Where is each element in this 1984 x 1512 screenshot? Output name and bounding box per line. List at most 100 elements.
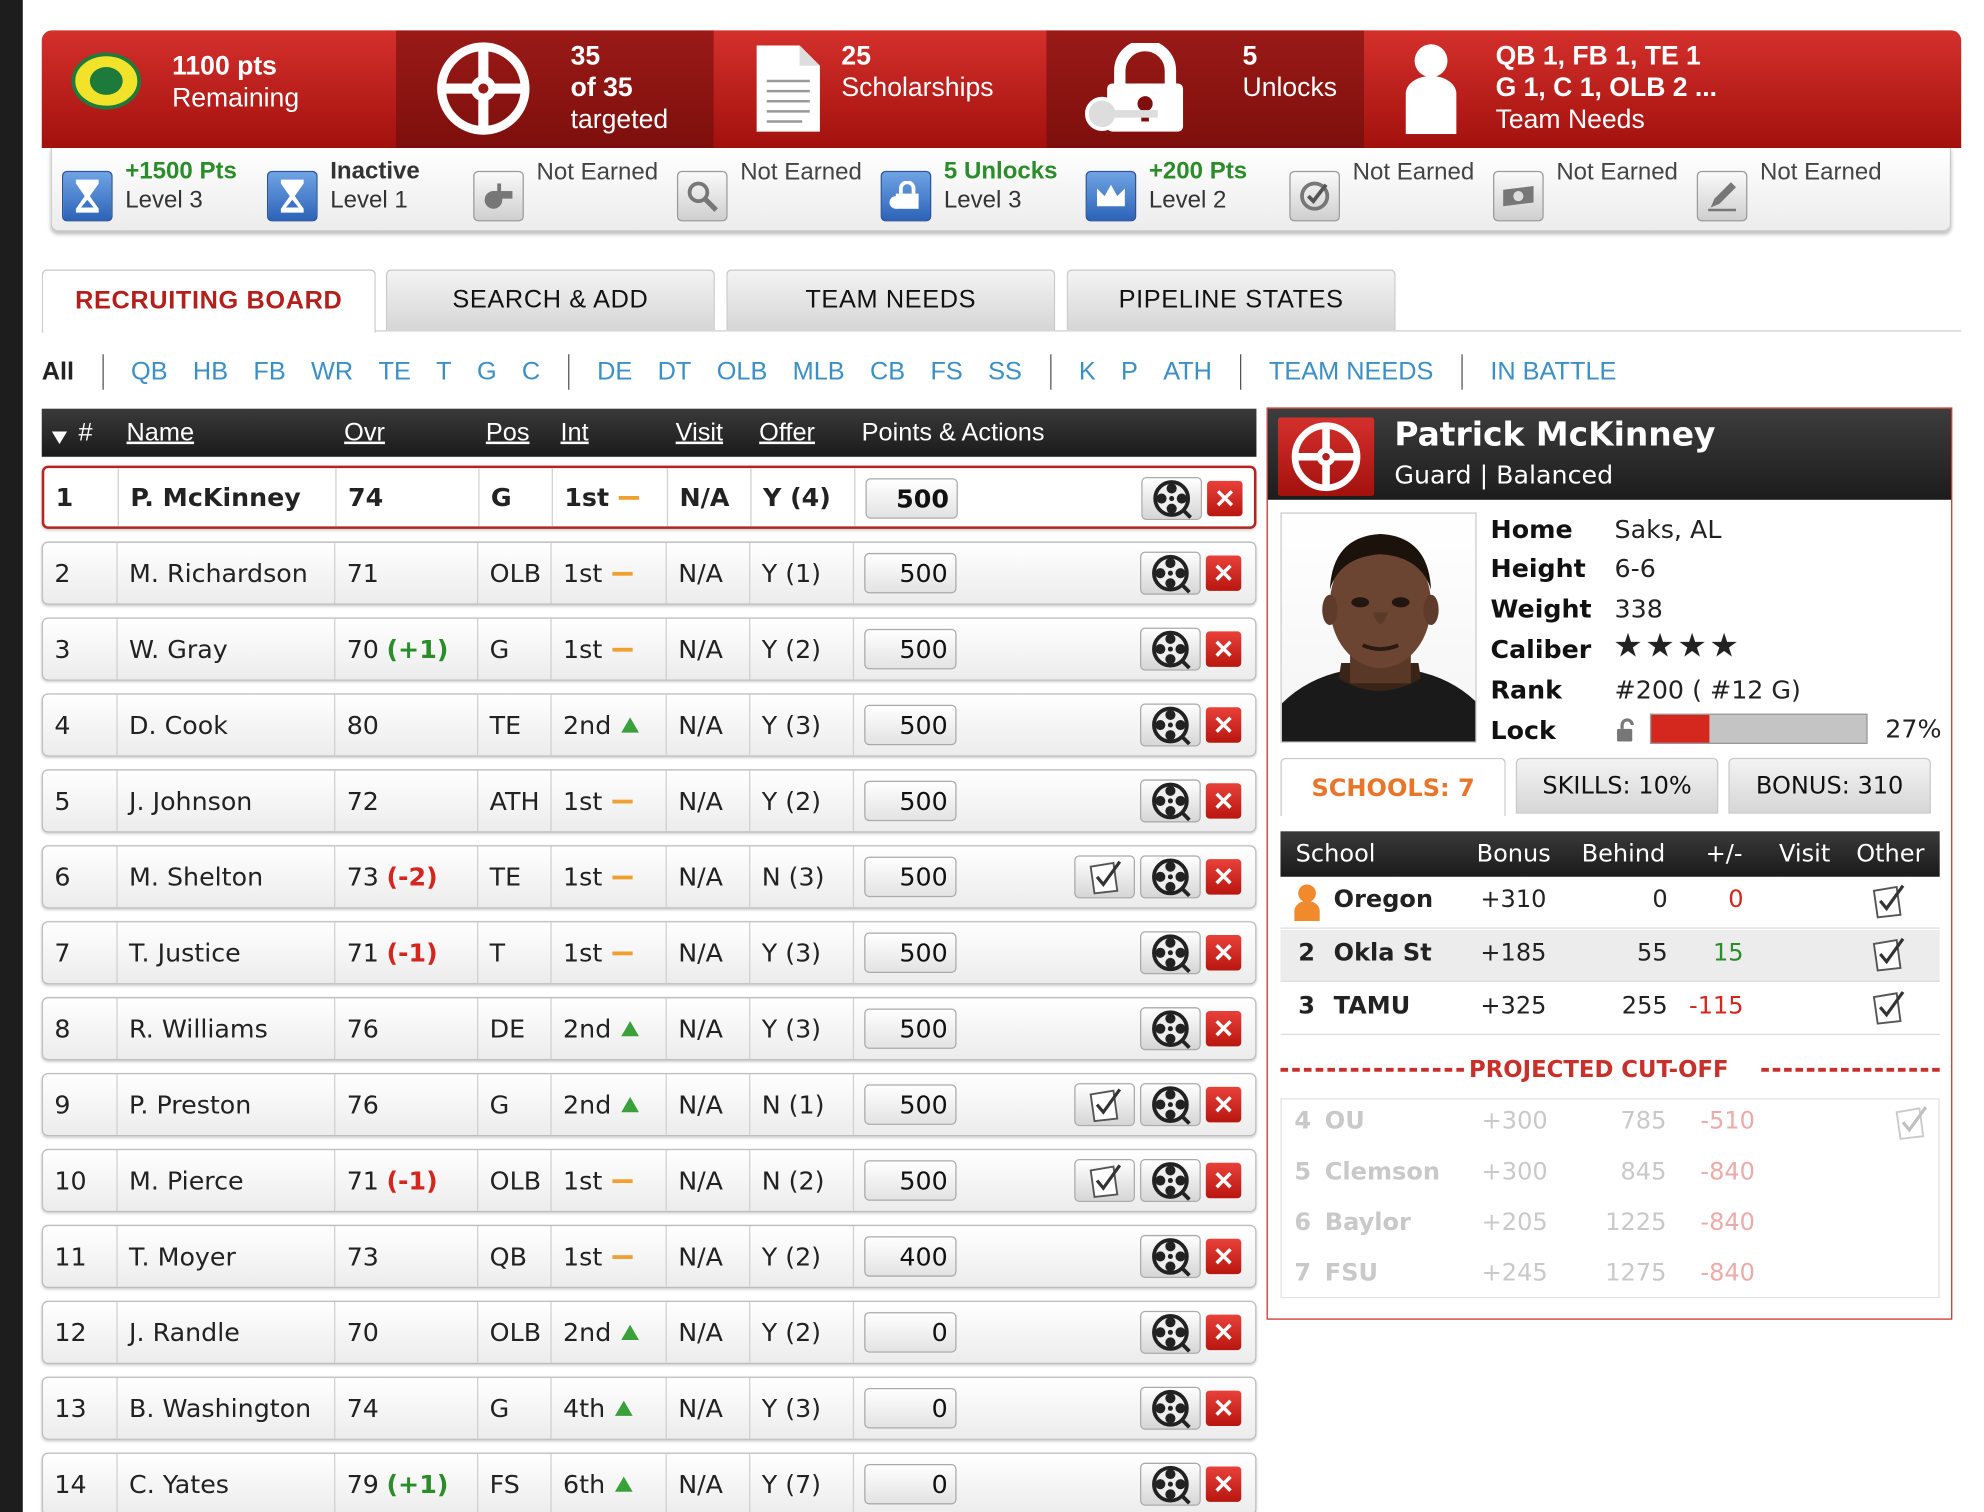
- tab-team-needs[interactable]: TEAM NEEDS: [726, 269, 1056, 331]
- achievement-4[interactable]: Not Earned: [676, 156, 877, 222]
- achievement-1[interactable]: +1500 Pts Level 3: [61, 156, 262, 222]
- filter-qb[interactable]: QB: [131, 357, 168, 386]
- school-row[interactable]: 3 TAMU +325 255 -115: [1280, 983, 1940, 1036]
- team-needs-panel[interactable]: QB 1, FB 1, TE 1G 1, C 1, OLB 2 ... Team …: [1364, 30, 1961, 148]
- recruit-name[interactable]: W. Gray: [118, 618, 336, 680]
- recruit-name[interactable]: M. Shelton: [118, 846, 336, 908]
- recruit-name[interactable]: J. Johnson: [118, 770, 336, 832]
- recruit-name[interactable]: T. Moyer: [118, 1226, 336, 1287]
- achievement-7[interactable]: Not Earned: [1289, 156, 1489, 222]
- recruit-row[interactable]: 13 B. Washington 74 G 4th N/A Y (3) 0 ✕: [41, 1376, 1257, 1440]
- recruit-row[interactable]: 8 R. Williams 76 DE 2nd N/A Y (3) 500 ✕: [41, 997, 1257, 1061]
- scout-film-button[interactable]: [1140, 1386, 1201, 1430]
- recruit-row[interactable]: 4 D. Cook 80 TE 2nd N/A Y (3) 500 ✕: [41, 693, 1257, 757]
- scout-film-button[interactable]: [1140, 931, 1201, 975]
- schedule-visit-button[interactable]: [1074, 855, 1135, 899]
- recruit-name[interactable]: P. Preston: [118, 1074, 336, 1135]
- recruit-name[interactable]: C. Yates: [118, 1453, 336, 1512]
- recruit-row[interactable]: 5 J. Johnson 72 ATH 1st N/A Y (2) 500 ✕: [41, 769, 1257, 833]
- recruit-row[interactable]: 14 C. Yates 79 (+1) FS 6th N/A Y (7) 0 ✕: [41, 1452, 1257, 1512]
- scout-film-button[interactable]: [1140, 1310, 1201, 1354]
- checklist-icon[interactable]: [1869, 988, 1907, 1032]
- recruit-row[interactable]: 6 M. Shelton 73 (-2) TE 1st N/A N (3) 500 ✕: [41, 845, 1257, 909]
- filter-g[interactable]: G: [477, 357, 497, 386]
- scout-film-button[interactable]: [1140, 779, 1201, 823]
- remove-recruit-button[interactable]: ✕: [1205, 1466, 1242, 1502]
- achievement-2[interactable]: Inactive Level 1: [266, 156, 467, 222]
- tab-pipeline-states[interactable]: PIPELINE STATES: [1066, 269, 1396, 331]
- filter-t[interactable]: T: [436, 357, 451, 386]
- remove-recruit-button[interactable]: ✕: [1205, 1010, 1242, 1047]
- points-input[interactable]: 500: [865, 478, 958, 519]
- filter-te[interactable]: TE: [379, 357, 411, 386]
- scout-film-button[interactable]: [1140, 1462, 1201, 1506]
- col-name[interactable]: Name: [127, 419, 195, 448]
- filter-olb[interactable]: OLB: [717, 357, 768, 386]
- recruit-row[interactable]: 7 T. Justice 71 (-1) T 1st N/A Y (3) 500 ✕: [41, 921, 1257, 985]
- col-int[interactable]: Int: [561, 419, 589, 448]
- filter-all[interactable]: All: [42, 357, 74, 386]
- points-input[interactable]: 500: [864, 704, 957, 746]
- points-input[interactable]: 0: [864, 1463, 957, 1505]
- checklist-icon[interactable]: [1869, 935, 1907, 979]
- recruit-row[interactable]: 1 P. McKinney 74 G 1st N/A Y (4) 500 ✕: [41, 465, 1257, 529]
- points-input[interactable]: 0: [864, 1388, 957, 1429]
- scout-film-button[interactable]: [1140, 1083, 1201, 1127]
- filter-wr[interactable]: WR: [311, 357, 353, 386]
- col-ovr[interactable]: Ovr: [344, 419, 385, 448]
- checklist-icon[interactable]: [1869, 882, 1907, 926]
- filter-p[interactable]: P: [1121, 357, 1138, 386]
- remove-recruit-button[interactable]: ✕: [1205, 1086, 1242, 1123]
- scout-film-button[interactable]: [1140, 1007, 1201, 1051]
- points-input[interactable]: 400: [864, 1236, 957, 1277]
- points-input[interactable]: 500: [864, 932, 957, 974]
- tab-search-add[interactable]: SEARCH & ADD: [385, 269, 715, 331]
- recruit-name[interactable]: P. McKinney: [119, 468, 337, 527]
- filter-c[interactable]: C: [522, 357, 540, 386]
- schedule-visit-button[interactable]: [1074, 1083, 1135, 1127]
- recruit-name[interactable]: M. Richardson: [118, 542, 336, 604]
- points-input[interactable]: 500: [864, 552, 957, 594]
- filter-team-needs[interactable]: TEAM NEEDS: [1269, 357, 1434, 386]
- achievement-8[interactable]: Not Earned: [1493, 156, 1693, 222]
- filter-de[interactable]: DE: [597, 357, 632, 386]
- recruit-name[interactable]: B. Washington: [118, 1377, 336, 1439]
- scout-film-button[interactable]: [1140, 627, 1201, 671]
- filter-k[interactable]: K: [1079, 357, 1096, 386]
- remove-recruit-button[interactable]: ✕: [1205, 1314, 1242, 1351]
- points-input[interactable]: 500: [864, 628, 957, 670]
- remove-recruit-button[interactable]: ✕: [1205, 631, 1242, 667]
- school-row[interactable]: Oregon +310 0 0: [1280, 876, 1940, 929]
- remove-recruit-button[interactable]: ✕: [1207, 480, 1243, 517]
- recruit-row[interactable]: 12 J. Randle 70 OLB 2nd N/A Y (2) 0 ✕: [41, 1300, 1257, 1364]
- recruit-name[interactable]: M. Pierce: [118, 1150, 336, 1211]
- tab-skills[interactable]: SKILLS: 10%: [1515, 757, 1719, 814]
- filter-fs[interactable]: FS: [930, 357, 962, 386]
- remove-recruit-button[interactable]: ✕: [1205, 1162, 1242, 1199]
- filter-mlb[interactable]: MLB: [793, 357, 845, 386]
- scout-film-button[interactable]: [1140, 551, 1201, 595]
- points-input[interactable]: 500: [864, 1160, 957, 1201]
- achievement-3[interactable]: Not Earned: [473, 156, 673, 222]
- col-offer[interactable]: Offer: [759, 419, 815, 448]
- col-pos[interactable]: Pos: [486, 419, 530, 448]
- remove-recruit-button[interactable]: ✕: [1205, 859, 1242, 895]
- points-input[interactable]: 500: [864, 1008, 957, 1049]
- points-input[interactable]: 0: [864, 1312, 957, 1353]
- recruit-name[interactable]: T. Justice: [118, 922, 336, 984]
- tab-schools[interactable]: SCHOOLS: 7: [1280, 757, 1506, 817]
- scout-film-button[interactable]: [1141, 477, 1203, 521]
- filter-fb[interactable]: FB: [253, 357, 285, 386]
- scout-film-button[interactable]: [1140, 1234, 1201, 1278]
- targeted-panel[interactable]: 35 of 35 targeted: [396, 30, 714, 149]
- tab-bonus[interactable]: BONUS: 310: [1728, 757, 1931, 814]
- achievement-9[interactable]: Not Earned: [1696, 156, 1897, 222]
- remove-recruit-button[interactable]: ✕: [1205, 555, 1242, 591]
- achievement-5[interactable]: 5 Unlocks Level 3: [880, 156, 1081, 222]
- recruit-row[interactable]: 11 T. Moyer 73 QB 1st N/A Y (2) 400 ✕: [41, 1224, 1257, 1289]
- remove-recruit-button[interactable]: ✕: [1205, 1238, 1242, 1275]
- filter-ss[interactable]: SS: [988, 357, 1022, 386]
- scout-film-button[interactable]: [1140, 1159, 1201, 1203]
- tab-recruiting-board[interactable]: RECRUITING BOARD: [41, 269, 376, 333]
- remove-recruit-button[interactable]: ✕: [1205, 707, 1242, 743]
